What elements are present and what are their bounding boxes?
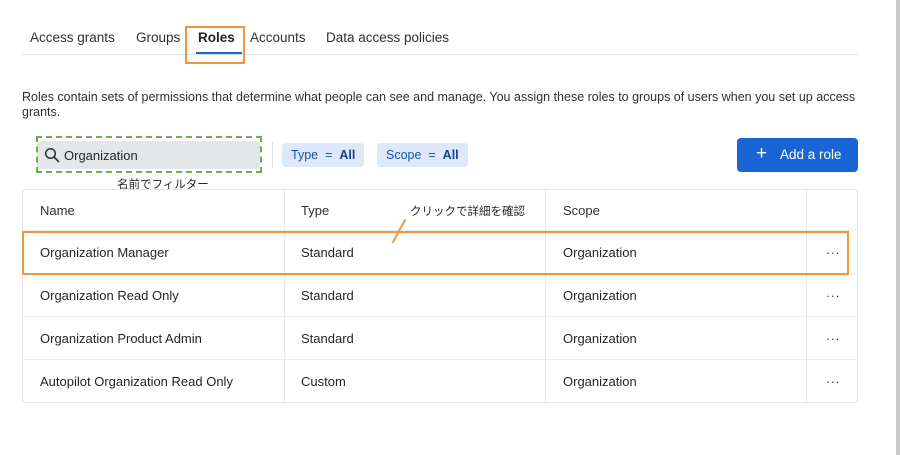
click-annotation: クリックで詳細を確認 [410,206,525,218]
roles-tab-highlight [185,26,245,64]
scope-filter-chip[interactable]: Scope = All [377,143,468,167]
role-type: Custom [301,374,346,389]
page-description: Roles contain sets of permissions that d… [22,90,856,119]
tab-accounts[interactable]: Accounts [250,30,306,45]
roles-table: Name Type Scope Organization Manager Sta… [22,189,858,403]
row-highlight [22,231,849,275]
tab-groups[interactable]: Groups [136,30,180,45]
plus-icon: + [756,143,768,164]
type-filter-op: = [325,148,333,162]
table-row[interactable]: Autopilot Organization Read Only Custom … [23,360,857,403]
column-header-scope[interactable]: Scope [563,190,793,230]
scope-filter-value: All [442,148,459,162]
tab-data-access-policies[interactable]: Data access policies [326,30,449,45]
role-name[interactable]: Autopilot Organization Read Only [40,360,280,403]
role-type: Standard [301,287,354,303]
column-header-name[interactable]: Name [40,190,280,230]
row-menu-icon[interactable]: ··· [823,317,843,359]
role-type: Standard [301,330,354,346]
type-filter-value: All [339,148,356,162]
role-name[interactable]: Organization Read Only [40,274,280,316]
type-filter-label: Type [291,148,319,162]
add-role-button[interactable]: + Add a role [737,138,858,172]
role-scope: Organization [563,374,637,389]
add-role-label: Add a role [780,147,842,162]
scope-filter-op: = [428,148,436,162]
filter-divider [272,142,273,168]
row-menu-icon[interactable]: ··· [823,360,843,403]
search-highlight [36,136,262,173]
scope-filter-label: Scope [386,148,422,162]
tab-bar: Access grants Groups Roles Accounts Data… [22,22,858,55]
scrollbar[interactable] [896,0,900,455]
table-row[interactable]: Organization Read Only Standard Organiza… [23,274,857,317]
tab-access-grants[interactable]: Access grants [30,30,115,45]
role-name[interactable]: Organization Product Admin [40,317,280,359]
type-filter-chip[interactable]: Type = All [282,143,365,167]
row-menu-icon[interactable]: ··· [823,274,843,316]
role-scope: Organization [563,330,637,346]
role-scope: Organization [563,287,637,303]
table-row[interactable]: Organization Product Admin Standard Orga… [23,317,857,360]
annotation-pointer [392,219,406,243]
